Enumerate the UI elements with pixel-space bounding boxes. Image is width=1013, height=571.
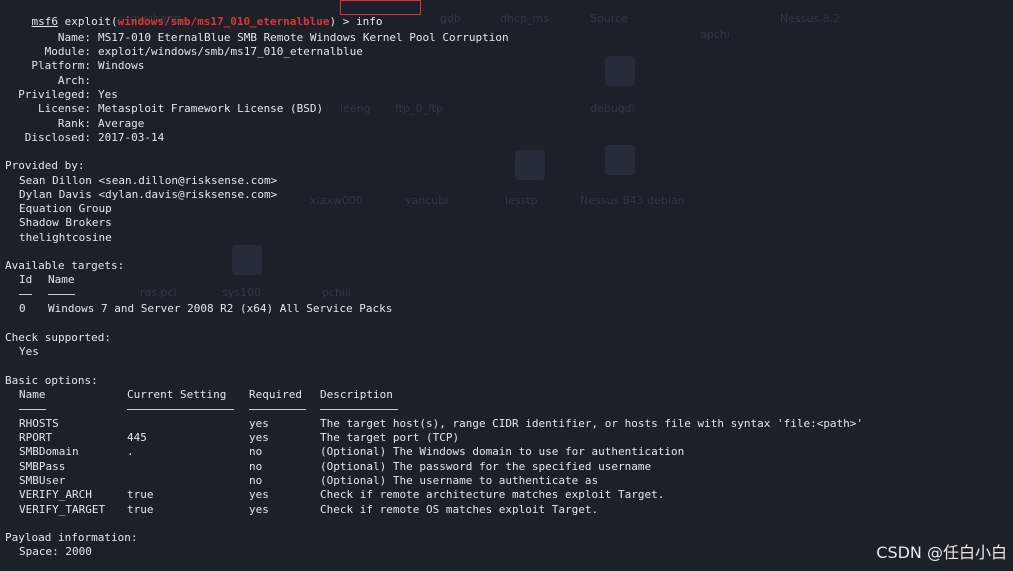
option-required: no: [249, 460, 263, 473]
column-underline: [320, 409, 398, 410]
option-required: yes: [249, 417, 269, 430]
options-col-description: Description: [320, 388, 393, 401]
info-value: 2017-03-14: [98, 131, 165, 144]
option-current-setting: true: [127, 488, 154, 501]
option-required: yes: [249, 488, 269, 501]
info-value: MS17-010 EternalBlue SMB Remote Windows …: [98, 31, 509, 44]
info-key: Disclosed:: [24, 131, 91, 144]
info-value: Average: [98, 117, 145, 130]
option-current-setting: true: [127, 503, 154, 516]
targets-col-name: Name: [48, 273, 75, 286]
option-required: no: [249, 445, 263, 458]
option-required: yes: [249, 503, 269, 516]
prompt-exploit: exploit(: [64, 15, 118, 28]
section-heading: Check supported:: [5, 331, 111, 344]
option-description: The target port (TCP): [320, 431, 460, 444]
option-current-setting: .: [127, 445, 134, 458]
option-description: (Optional) The password for the specifie…: [320, 460, 652, 473]
option-name: RPORT: [19, 431, 53, 444]
column-underline: [19, 294, 32, 295]
column-underline: [48, 294, 75, 295]
option-name: SMBUser: [19, 474, 66, 487]
target-name: Windows 7 and Server 2008 R2 (x64) All S…: [48, 302, 393, 315]
target-id: 0: [19, 302, 26, 315]
info-key: Rank:: [57, 117, 91, 130]
option-required: no: [249, 474, 263, 487]
info-key: Privileged:: [18, 88, 91, 101]
info-key: License:: [38, 102, 91, 115]
prompt-module-path: windows/smb/ms17_010_eternalblue: [117, 15, 330, 28]
section-heading: Available targets:: [5, 259, 125, 272]
author-line: Shadow Brokers: [19, 216, 112, 229]
section-heading: Payload information:: [5, 531, 138, 544]
options-col-required: Required: [249, 388, 302, 401]
info-key: Name:: [57, 31, 91, 44]
check-value: Yes: [19, 345, 39, 358]
option-description: The target host(s), range CIDR identifie…: [320, 417, 864, 430]
info-key: Module:: [44, 45, 91, 58]
info-value: Metasploit Framework License (BSD): [98, 102, 324, 115]
prompt-msf: msf6: [31, 15, 59, 28]
option-name: RHOSTS: [19, 417, 59, 430]
info-value: Yes: [98, 88, 118, 101]
info-key: Arch:: [57, 74, 91, 87]
options-col-name: Name: [19, 388, 46, 401]
option-description: (Optional) The username to authenticate …: [320, 474, 599, 487]
author-line: thelightcosine: [19, 231, 112, 244]
info-value: exploit/windows/smb/ms17_010_eternalblue: [98, 45, 363, 58]
option-required: yes: [249, 431, 269, 444]
option-current-setting: 445: [127, 431, 147, 444]
terminal-window[interactable]: msf6 exploit(windows/smb/ms17_010_eterna…: [0, 0, 1013, 571]
option-name: SMBPass: [19, 460, 66, 473]
option-name: SMBDomain: [19, 445, 79, 458]
csdn-watermark: CSDN @任白小白: [876, 543, 1007, 562]
section-heading: Basic options:: [5, 374, 98, 387]
payload-space: Space: 2000: [19, 545, 92, 558]
option-name: VERIFY_TARGET: [19, 503, 106, 516]
option-description: (Optional) The Windows domain to use for…: [320, 445, 685, 458]
info-key: Platform:: [31, 59, 91, 72]
author-line: Equation Group: [19, 202, 112, 215]
author-line: Dylan Davis <dylan.davis@risksense.com>: [19, 188, 278, 201]
command-text: > info: [342, 15, 383, 28]
column-underline: [127, 409, 234, 410]
targets-col-id: Id: [19, 273, 33, 286]
author-line: Sean Dillon <sean.dillon@risksense.com>: [19, 174, 278, 187]
section-heading: Provided by:: [5, 159, 85, 172]
info-value: Windows: [98, 59, 145, 72]
prompt-suffix: ): [329, 15, 343, 28]
option-description: Check if remote architecture matches exp…: [320, 488, 665, 501]
command-highlight-box: [340, 0, 421, 15]
option-description: Check if remote OS matches exploit Targe…: [320, 503, 599, 516]
column-underline: [19, 409, 46, 410]
prompt-line: msf6 exploit(windows/smb/ms17_010_eterna…: [5, 1, 383, 28]
option-name: VERIFY_ARCH: [19, 488, 92, 501]
options-col-current-setting: Current Setting: [127, 388, 227, 401]
column-underline: [249, 409, 306, 410]
